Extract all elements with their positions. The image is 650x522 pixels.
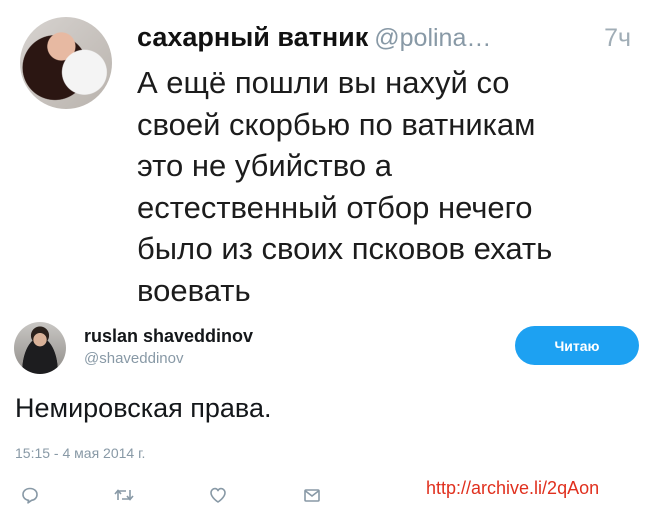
tweet-time[interactable]: 7ч — [604, 24, 631, 53]
retweet-icon[interactable] — [113, 484, 135, 506]
tweet-text: Немировская права. — [15, 393, 272, 423]
tweet-1-header: сахарный ватник @polina… 7ч — [137, 22, 637, 56]
like-icon[interactable] — [207, 484, 229, 506]
author-name[interactable]: сахарный ватник — [137, 22, 368, 52]
tweet-date[interactable]: 15:15 - 4 мая 2014 г. — [15, 445, 145, 461]
archive-link[interactable]: http://archive.li/2qAon — [426, 478, 599, 499]
avatar[interactable] — [14, 322, 66, 374]
avatar[interactable] — [20, 17, 112, 109]
reply-icon[interactable] — [19, 484, 41, 506]
follow-button[interactable]: Читаю — [515, 326, 639, 365]
tweet-1: сахарный ватник @polina… 7ч А ещё пошли в… — [0, 0, 650, 308]
author-name[interactable]: ruslan shaveddinov — [84, 326, 253, 347]
author-handle[interactable]: @polina… — [374, 24, 491, 52]
message-icon[interactable] — [301, 484, 323, 506]
tweet-text: А ещё пошли вы нахуй со своей скорбью по… — [137, 65, 553, 308]
author-handle[interactable]: @shaveddinov — [84, 350, 183, 367]
